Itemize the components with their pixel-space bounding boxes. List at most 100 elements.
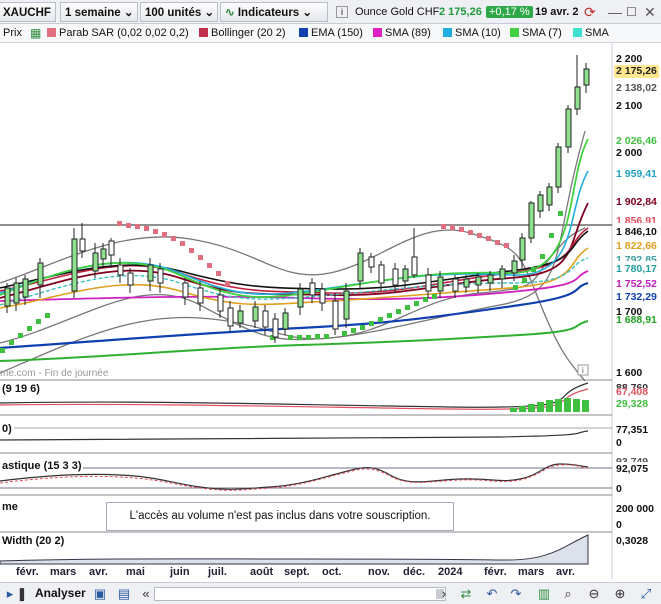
zoom-in-icon[interactable]: ⊕ bbox=[612, 586, 628, 602]
time-scrollbar[interactable] bbox=[154, 587, 446, 601]
price-axis-label: 2 200 bbox=[616, 53, 643, 65]
legend-item-sma[interactable]: SMA bbox=[573, 26, 609, 41]
price-tag: 1 688,91 bbox=[616, 314, 657, 326]
legend-label: SMA (7) bbox=[522, 27, 562, 39]
legend-swatch bbox=[573, 28, 582, 37]
price-axis-label: 1 600 bbox=[616, 367, 643, 379]
period-selector[interactable]: 1 semaine ⌄ bbox=[60, 2, 138, 22]
instrument-name: Ounce Gold CHF bbox=[355, 6, 440, 18]
info-icon[interactable]: i bbox=[336, 6, 348, 18]
price-tag: 1 902,84 bbox=[616, 196, 657, 208]
p2-panel-title[interactable]: 0) bbox=[0, 423, 14, 435]
analyser-button[interactable]: Analyser bbox=[35, 586, 86, 600]
close-icon[interactable]: ✕ bbox=[644, 2, 656, 22]
legend-label: Bollinger (20 2) bbox=[211, 27, 286, 39]
time-axis-label: août bbox=[250, 566, 274, 578]
indicators-button[interactable]: ∿ Indicateurs ⌄ bbox=[220, 2, 328, 22]
p2-value: 77,351 bbox=[616, 424, 649, 436]
indicators-label: Indicateurs bbox=[237, 7, 300, 19]
watermark-text: me.com - Fin de journée bbox=[0, 368, 109, 379]
symbol-label: XAUCHF bbox=[3, 7, 51, 19]
time-axis-label: févr. bbox=[16, 566, 39, 578]
legend-label: SMA bbox=[585, 27, 609, 39]
grid-icon[interactable]: ▦ bbox=[30, 26, 41, 41]
legend-item-ema-150[interactable]: EMA (150) bbox=[299, 26, 363, 41]
legend-label: Parab SAR (0,02 0,02 0,2) bbox=[59, 27, 189, 39]
change-badge: +0,17 % bbox=[486, 2, 533, 22]
price-tag: 1 732,29 bbox=[616, 291, 657, 303]
panel-toggle-icon[interactable]: ❚ bbox=[14, 586, 30, 602]
price-tag: 1 822,66 bbox=[616, 240, 657, 252]
time-axis-label: déc. bbox=[403, 566, 426, 578]
p2-line bbox=[0, 430, 589, 441]
time-axis-label: sept. bbox=[284, 566, 310, 578]
period-label: 1 semaine bbox=[65, 7, 121, 19]
top-toolbar: XAUCHF ⌄ 1 semaine ⌄ 100 unités ⌄ ∿ Indi… bbox=[0, 0, 661, 24]
volume-axis-label: 200 000 bbox=[616, 503, 654, 515]
legend-swatch bbox=[443, 28, 452, 37]
units-selector[interactable]: 100 unités ⌄ bbox=[140, 2, 218, 22]
legend-item-sma-10[interactable]: SMA (10) bbox=[443, 26, 501, 41]
price-tag: 1 752,52 bbox=[616, 278, 657, 290]
time-axis-label: févr. bbox=[484, 566, 507, 578]
price-tag: 1 780,17 bbox=[616, 263, 657, 275]
scroll-left-icon[interactable]: « bbox=[138, 586, 154, 602]
minimize-icon[interactable]: — bbox=[608, 2, 622, 22]
candlesticks bbox=[4, 55, 590, 343]
time-axis-label: juil. bbox=[208, 566, 227, 578]
price-legend-label[interactable]: Prix bbox=[3, 26, 22, 41]
expand-icon[interactable]: ⤢ bbox=[638, 586, 654, 602]
refresh-icon[interactable]: ⟳ bbox=[584, 2, 596, 22]
indicator-legend: Prix ▦ Parab SAR (0,02 0,02 0,2) Bolling… bbox=[0, 24, 661, 43]
macd-panel-title[interactable]: (9 19 6) bbox=[0, 383, 42, 395]
stoch-zero-label: 0 bbox=[616, 483, 622, 495]
price-axis-label: 2 000 bbox=[616, 147, 643, 159]
stoch-value: 92,075 bbox=[616, 463, 649, 475]
volume-panel-title[interactable]: me bbox=[0, 501, 20, 513]
symbol-selector[interactable]: XAUCHF ⌄ bbox=[0, 2, 56, 22]
candle-type-icon[interactable]: ▥ bbox=[536, 586, 552, 602]
undo-icon[interactable]: ↶ bbox=[484, 586, 500, 602]
price-tag: 2 026,46 bbox=[616, 135, 657, 147]
compare-icon[interactable]: ⇄ bbox=[458, 586, 474, 602]
maximize-icon[interactable]: ☐ bbox=[626, 2, 637, 22]
time-axis-label: mars bbox=[518, 566, 545, 578]
chevron-down-icon: ⌄ bbox=[302, 7, 313, 19]
legend-swatch bbox=[47, 28, 56, 37]
legend-item-parab-sar[interactable]: Parab SAR (0,02 0,02 0,2) bbox=[47, 26, 189, 41]
bollinger-mid bbox=[0, 227, 586, 344]
price-tag: 1 959,41 bbox=[616, 168, 657, 180]
legend-item-sma-7[interactable]: SMA (7) bbox=[510, 26, 562, 41]
stoch-d-line bbox=[0, 464, 589, 491]
time-axis-label: oct. bbox=[322, 566, 342, 578]
scroll-right-icon[interactable]: › bbox=[436, 586, 452, 602]
time-axis-label: nov. bbox=[368, 566, 390, 578]
legend-swatch bbox=[510, 28, 519, 37]
save-icon[interactable]: ▣ bbox=[92, 586, 108, 602]
time-axis-label: mai bbox=[126, 566, 145, 578]
chart-svg: i bbox=[0, 43, 613, 579]
redo-icon[interactable]: ↷ bbox=[508, 586, 524, 602]
legend-item-bollinger[interactable]: Bollinger (20 2) bbox=[199, 26, 286, 41]
bottom-toolbar: ▸ ❚ Analyser ▣ ▤ « › ⇄ ↶ ↷ ▥ ⌕ ⊖ ⊕ ⤢ bbox=[0, 582, 661, 604]
chevron-down-icon: ⌄ bbox=[54, 7, 55, 19]
info-marker-glyph: i bbox=[582, 366, 584, 375]
chart-area[interactable]: i me.com - Fin de journée 2 200 2 100 2 … bbox=[0, 43, 661, 579]
current-price: 2 175,26 bbox=[439, 6, 482, 18]
bandwidth-panel-title[interactable]: Width (20 2) bbox=[0, 535, 67, 547]
price-tag: 2 138,02 bbox=[614, 82, 659, 95]
stoch-panel-title[interactable]: astique (15 3 3) bbox=[0, 460, 84, 472]
legend-label: EMA (150) bbox=[311, 27, 363, 39]
chevron-down-icon: ⌄ bbox=[123, 7, 134, 19]
zoom-area-icon[interactable]: ⌕ bbox=[560, 586, 576, 602]
legend-item-sma-89[interactable]: SMA (89) bbox=[373, 26, 431, 41]
price-tag: 1 846,10 bbox=[616, 226, 657, 238]
time-axis: févr. mars avr. mai juin juil. août sept… bbox=[0, 566, 612, 580]
macd-signal-line bbox=[0, 388, 589, 410]
info-icon-glyph: i bbox=[341, 7, 343, 17]
indicators-chart-icon: ∿ bbox=[225, 7, 235, 19]
time-axis-label: avr. bbox=[89, 566, 108, 578]
chart-layout-icon[interactable]: ▤ bbox=[116, 586, 132, 602]
zoom-out-icon[interactable]: ⊖ bbox=[586, 586, 602, 602]
bandwidth-value: 0,3028 bbox=[616, 535, 649, 547]
